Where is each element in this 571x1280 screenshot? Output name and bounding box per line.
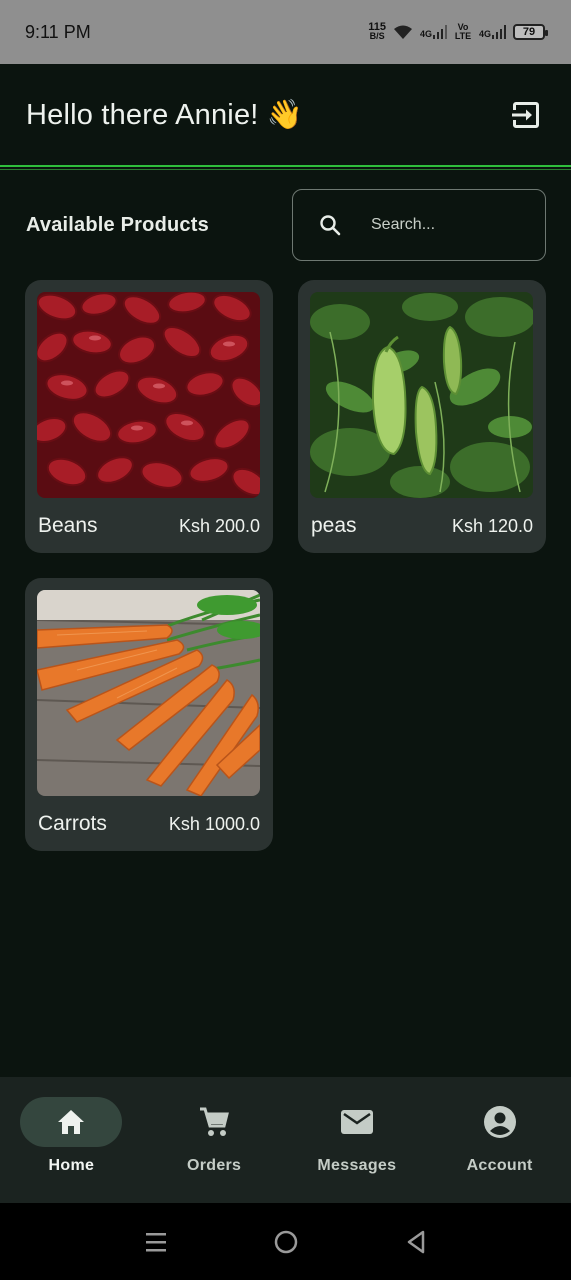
mail-icon — [340, 1110, 373, 1134]
products-toolbar: Available Products — [26, 189, 546, 261]
product-name: Beans — [38, 514, 98, 537]
battery-level: 79 — [522, 26, 536, 38]
product-info: Beans Ksh 200.0 — [37, 514, 261, 538]
search-box[interactable] — [292, 189, 546, 261]
cellular-signal-1: 4G — [420, 25, 447, 39]
search-input[interactable] — [371, 216, 521, 234]
nav-account[interactable]: Account — [428, 1077, 571, 1203]
greeting-text: Hello there Annie! 👋 — [26, 98, 304, 131]
nav-home-indicator — [20, 1097, 123, 1147]
product-info: peas Ksh 120.0 — [310, 514, 534, 538]
app-header: Hello there Annie! 👋 — [0, 64, 571, 165]
network-type-1: 4G — [419, 29, 432, 39]
product-card-carrots[interactable]: Carrots Ksh 1000.0 — [25, 578, 273, 851]
wifi-icon — [393, 25, 412, 39]
back-icon[interactable] — [404, 1229, 428, 1255]
product-image-peas — [310, 292, 533, 498]
product-card-peas[interactable]: peas Ksh 120.0 — [298, 280, 546, 553]
account-icon — [483, 1106, 516, 1138]
system-navigation-bar — [0, 1203, 571, 1280]
product-image-carrots — [37, 590, 260, 796]
status-time: 9:11 PM — [25, 21, 91, 42]
product-info: Carrots Ksh 1000.0 — [37, 812, 261, 836]
battery-icon: 79 — [513, 24, 548, 40]
status-bar: 9:11 PM 115 B/S 4G Vo LTE 4G 79 — [0, 0, 571, 64]
home-icon — [58, 1110, 85, 1134]
logout-button[interactable] — [509, 98, 543, 132]
network-speed-unit: B/S — [369, 31, 385, 41]
nav-orders-label: Orders — [186, 1157, 242, 1174]
product-price: Ksh 1000.0 — [168, 813, 260, 834]
status-icons: 115 B/S 4G Vo LTE 4G 79 — [368, 22, 548, 41]
volte-label: Vo LTE — [454, 22, 472, 41]
signal-icon — [432, 25, 447, 39]
cart-icon — [200, 1107, 230, 1136]
section-title: Available Products — [26, 213, 209, 236]
product-image-beans — [37, 292, 260, 498]
signal-icon — [492, 25, 506, 39]
nav-home-label: Home — [48, 1157, 95, 1174]
nav-account-indicator — [449, 1097, 551, 1147]
product-name: peas — [311, 514, 357, 537]
home-circle-icon[interactable] — [273, 1229, 299, 1255]
network-speed: 115 B/S — [368, 22, 386, 41]
nav-messages[interactable]: Messages — [286, 1077, 429, 1203]
network-type-2: 4G — [478, 29, 491, 39]
product-price: Ksh 120.0 — [451, 515, 533, 536]
logout-icon — [512, 101, 539, 128]
product-price: Ksh 200.0 — [178, 515, 260, 536]
product-name: Carrots — [38, 812, 107, 835]
bottom-navigation: Home Orders Messages Account — [0, 1077, 571, 1203]
nav-messages-label: Messages — [317, 1157, 397, 1174]
recent-apps-icon[interactable] — [144, 1230, 168, 1254]
nav-orders[interactable]: Orders — [143, 1077, 286, 1203]
header-divider — [0, 165, 571, 170]
search-icon — [320, 215, 341, 236]
cellular-signal-2: 4G — [479, 25, 506, 39]
product-card-beans[interactable]: Beans Ksh 200.0 — [25, 280, 273, 553]
nav-orders-indicator — [163, 1097, 265, 1147]
nav-messages-indicator — [306, 1097, 408, 1147]
nav-home[interactable]: Home — [0, 1077, 143, 1203]
nav-account-label: Account — [466, 1157, 533, 1174]
